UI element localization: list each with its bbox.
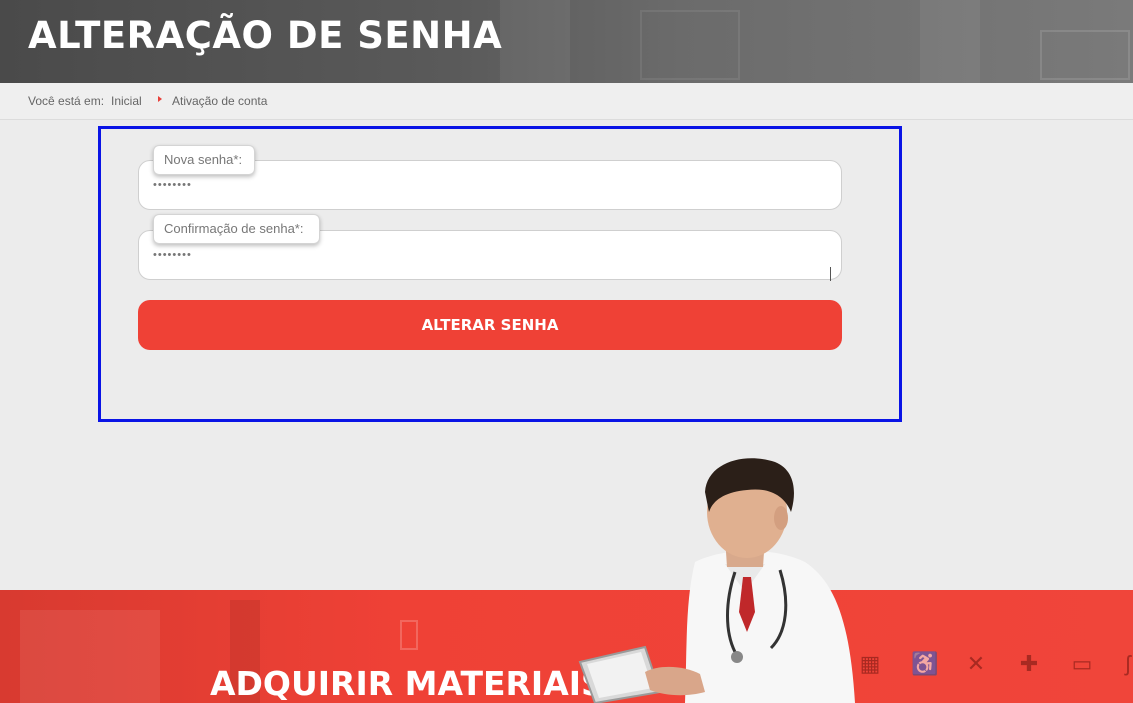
header-background-decoration bbox=[1040, 30, 1130, 80]
text-cursor bbox=[830, 267, 831, 281]
cane-icon: ʃ bbox=[1125, 651, 1131, 676]
breadcrumb-current: Ativação de conta bbox=[172, 94, 268, 108]
banner-background-decoration bbox=[20, 610, 160, 703]
page-title: ALTERAÇÃO DE SENHA bbox=[28, 14, 503, 57]
banner-background-decoration bbox=[400, 620, 418, 650]
header-background-decoration bbox=[920, 0, 980, 83]
breadcrumb-link-home[interactable]: Inicial bbox=[111, 94, 142, 108]
breadcrumb-separator-icon bbox=[158, 96, 162, 102]
bandage-icon: ✚ bbox=[1019, 651, 1039, 676]
doctor-illustration bbox=[578, 458, 855, 703]
banner-title: ADQUIRIR MATERIAIS bbox=[210, 664, 605, 703]
confirm-password-value: •••••••• bbox=[153, 249, 192, 261]
breadcrumb-prefix: Você está em: bbox=[28, 94, 105, 108]
header-background-decoration bbox=[500, 0, 570, 83]
header-background-decoration bbox=[640, 10, 740, 80]
monitor-icon: ▭ bbox=[1071, 651, 1093, 676]
banner-icon-row: ▦ ♿ ✕ ✚ ▭ ʃ bbox=[858, 652, 1133, 693]
wheelchair-icon: ♿ bbox=[911, 651, 939, 676]
crossed-tools-icon: ✕ bbox=[966, 651, 986, 676]
change-password-button[interactable]: ALTERAR SENHA bbox=[138, 300, 842, 350]
breadcrumb: Você está em: Inicial Ativação de conta bbox=[0, 83, 1133, 120]
new-password-value: •••••••• bbox=[153, 179, 192, 191]
confirm-password-label: Confirmação de senha*: bbox=[153, 214, 320, 244]
new-password-label: Nova senha*: bbox=[153, 145, 255, 175]
materials-banner[interactable]: ADQUIRIR MATERIAIS ▦ ♿ ✕ ✚ ▭ ʃ bbox=[0, 590, 1133, 703]
page-header: ALTERAÇÃO DE SENHA bbox=[0, 0, 1133, 83]
